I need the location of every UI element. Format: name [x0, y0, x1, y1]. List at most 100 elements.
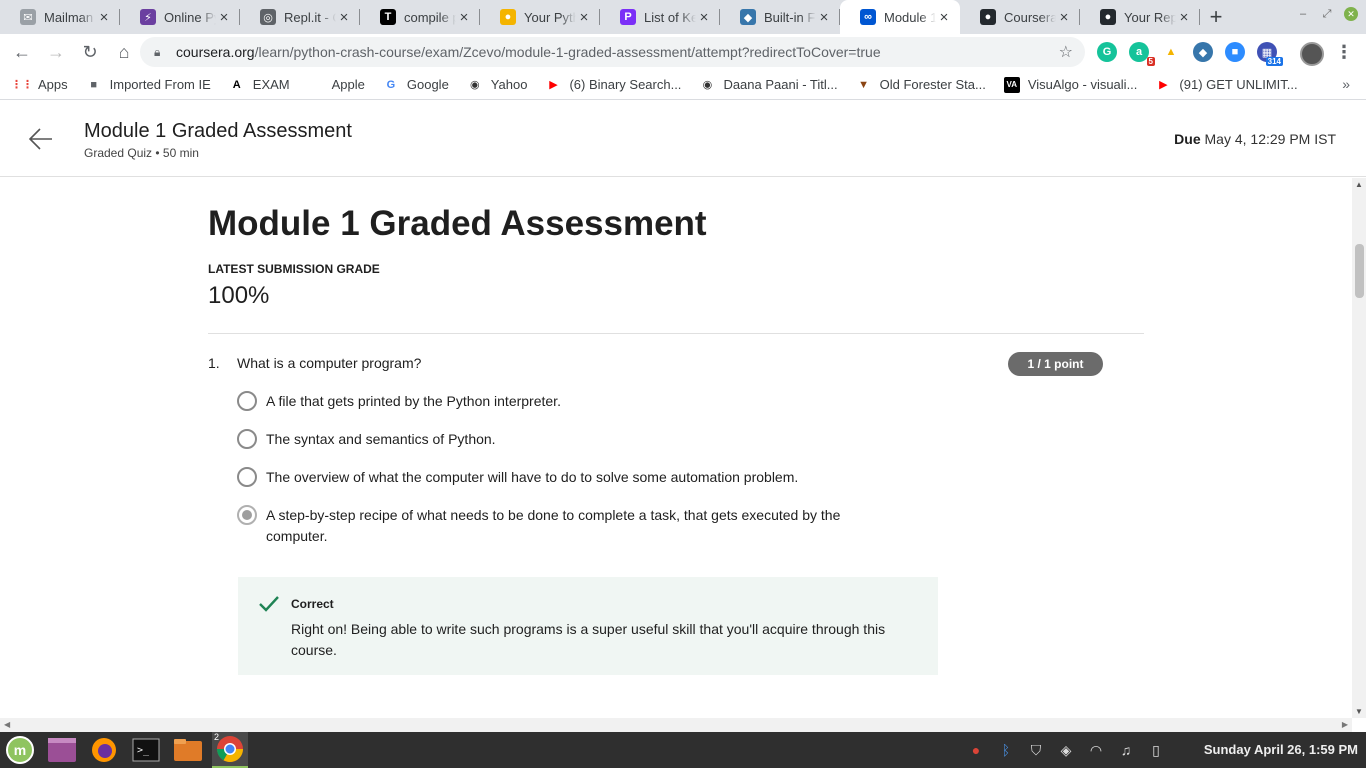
close-tab-icon[interactable]: × [336, 9, 352, 26]
bookmark-item[interactable]: A EXAM [229, 77, 290, 93]
scroll-left-icon[interactable]: ◀ [4, 720, 10, 729]
minimize-icon[interactable]: – [1296, 7, 1310, 21]
browser-tab[interactable]: ● Coursera × [960, 0, 1080, 34]
shield-icon[interactable]: ⛉ [1026, 740, 1046, 760]
close-tab-icon[interactable]: × [936, 9, 952, 26]
scroll-down-icon[interactable]: ▼ [1355, 707, 1363, 716]
python-course-icon: ● [500, 9, 516, 25]
scrollbar-thumb[interactable] [1355, 244, 1364, 298]
bookmark-item[interactable]: ◉ Daana Paani - Titl... [699, 77, 838, 93]
close-tab-icon[interactable]: × [576, 9, 592, 26]
window-count-badge: 2 [214, 732, 220, 742]
menu-kebab-icon[interactable]: ⋮ [1334, 42, 1354, 62]
due-value: May 4, 12:29 PM IST [1204, 131, 1337, 147]
address-bar[interactable]: 🔒︎ coursera.org/learn/python-crash-cours… [140, 37, 1085, 67]
browser-tab[interactable]: ● Your Rep × [1080, 0, 1200, 34]
tab-title: compile p [404, 9, 456, 25]
scroll-right-icon[interactable]: ▶ [1342, 720, 1348, 729]
python-icon: ◆ [740, 9, 756, 25]
firefox-icon[interactable] [86, 732, 122, 768]
bluetooth-icon[interactable]: ᛒ [996, 740, 1016, 760]
bookmark-star-icon[interactable]: ☆ [1059, 42, 1073, 62]
answer-option[interactable]: A step-by-step recipe of what needs to b… [237, 505, 886, 547]
bookmark-label: Yahoo [490, 77, 528, 92]
horizontal-scrollbar[interactable]: ◀ ▶ [0, 718, 1352, 732]
a-logo-icon: A [232, 78, 241, 91]
answer-option[interactable]: A file that gets printed by the Python i… [237, 391, 886, 412]
vertical-scrollbar[interactable]: ▲ ▼ [1352, 178, 1366, 718]
option-text: A step-by-step recipe of what needs to b… [266, 507, 841, 544]
drive-icon[interactable]: ▲ [1161, 42, 1181, 62]
bookmark-item[interactable]: ◉ Yahoo [467, 77, 528, 93]
python-ext-icon[interactable]: ◆ [1193, 42, 1213, 62]
bookmark-label: EXAM [252, 77, 290, 92]
browser-tab[interactable]: ∞ Module 1 × [840, 0, 960, 34]
browser-tab[interactable]: ◆ Built-in Fu× [720, 0, 840, 34]
desktop-icon[interactable] [44, 732, 80, 768]
radio-button[interactable] [237, 505, 257, 525]
grammarly-icon[interactable]: G [1097, 42, 1117, 62]
forward-icon[interactable]: → [40, 36, 72, 68]
files-folder-icon[interactable] [170, 732, 206, 768]
bookmark-item[interactable]: ▶ (6) Binary Search... [545, 77, 681, 93]
restore-icon[interactable]: ⤢ [1320, 7, 1334, 21]
browser-tab[interactable]: ✉ Mailman 2× [0, 0, 120, 34]
globe-icon: ◉ [702, 79, 713, 91]
browser-tab[interactable]: ● Your Pyth × [480, 0, 600, 34]
browser-tab[interactable]: Tcompile p × [360, 0, 480, 34]
answer-option[interactable]: The overview of what the computer will h… [237, 467, 886, 488]
more-bookmarks-icon[interactable]: » [1342, 76, 1350, 92]
close-tab-icon[interactable]: × [696, 9, 712, 26]
nvidia-icon[interactable]: ◈ [1056, 740, 1076, 760]
profile-avatar[interactable] [1300, 42, 1324, 66]
tab-title: Coursera [1004, 9, 1056, 25]
taskbar-clock[interactable]: Sunday April 26, 1:59 PM [1204, 742, 1358, 757]
mint-menu-icon[interactable]: m [2, 732, 38, 768]
browser-tab[interactable]: ⚡ Online Py × [120, 0, 240, 34]
bookmark-item[interactable]: ▼ Old Forester Sta... [856, 77, 986, 93]
radio-button[interactable] [237, 391, 257, 411]
reload-icon[interactable]: ↻ [74, 36, 106, 68]
close-tab-icon[interactable]: × [216, 9, 232, 26]
terminal-icon[interactable]: >_ [128, 732, 164, 768]
bookmark-item[interactable]: G Google [383, 77, 449, 93]
course-header: Module 1 Graded Assessment Graded Quiz •… [0, 102, 1366, 177]
old-forester-icon: ▼ [858, 78, 870, 91]
google-icon: G [386, 78, 396, 91]
chrome-tray-icon[interactable]: ● [966, 740, 986, 760]
chrome-taskbar-icon[interactable]: 2 [212, 732, 248, 768]
bookmark-item[interactable]: ⋮⋮ Apps [11, 77, 68, 93]
a-extension-icon[interactable]: a5 [1129, 42, 1155, 66]
tab-title: Your Pyth [524, 9, 576, 25]
close-window-icon[interactable]: ✕ [1344, 7, 1358, 21]
youtube-icon: ▶ [1159, 79, 1168, 91]
back-arrow-icon[interactable] [28, 126, 54, 157]
sound-icon[interactable]: ♫ [1116, 740, 1136, 760]
counter-ext-icon[interactable]: ▦ 314 [1257, 42, 1283, 66]
close-tab-icon[interactable]: × [816, 9, 832, 26]
header-title: Module 1 Graded Assessment [84, 120, 352, 142]
bookmark-item[interactable]: ▶ (91) GET UNLIMIT... [1155, 77, 1297, 93]
browser-tab[interactable]: P List of Ke × [600, 0, 720, 34]
radio-button[interactable] [237, 429, 257, 449]
bookmark-item[interactable]: Apple [308, 77, 365, 93]
new-tab-button[interactable]: + [1200, 0, 1232, 34]
grade-value: 100% [208, 282, 270, 309]
lightning-icon: ⚡ [140, 9, 156, 25]
bookmark-item[interactable]: VA VisuAlgo - visuali... [1003, 76, 1137, 93]
close-tab-icon[interactable]: × [1056, 9, 1072, 26]
wifi-icon[interactable]: ◠ [1086, 740, 1106, 760]
battery-icon[interactable]: ▯ [1146, 740, 1166, 760]
home-icon[interactable]: ⌂ [108, 36, 140, 68]
browser-tab[interactable]: ◎ Repl.it - C× [240, 0, 360, 34]
bookmark-label: Old Forester Sta... [879, 77, 986, 92]
answer-option[interactable]: The syntax and semantics of Python. [237, 429, 886, 450]
bookmark-item[interactable]: ■ Imported From IE [86, 77, 210, 93]
close-tab-icon[interactable]: × [456, 9, 472, 26]
close-tab-icon[interactable]: × [1176, 9, 1192, 26]
scroll-up-icon[interactable]: ▲ [1355, 180, 1363, 189]
close-tab-icon[interactable]: × [96, 9, 112, 26]
zoom-icon[interactable]: ■ [1225, 42, 1245, 62]
radio-button[interactable] [237, 467, 257, 487]
back-icon[interactable]: ← [6, 36, 38, 68]
